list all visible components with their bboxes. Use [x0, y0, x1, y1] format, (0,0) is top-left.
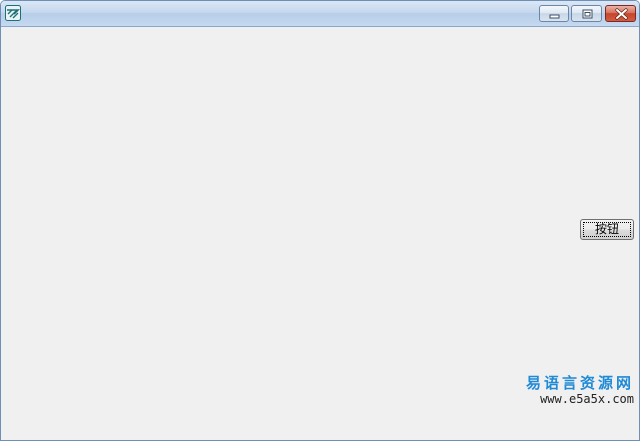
watermark-site-name: 易语言资源网	[525, 374, 634, 392]
close-button[interactable]	[605, 5, 636, 22]
maximize-button[interactable]	[571, 5, 602, 22]
app-logo-icon[interactable]	[5, 5, 21, 21]
title-bar[interactable]	[1, 1, 639, 27]
maximize-icon	[582, 9, 593, 19]
watermark-url: www.e5a5x.com	[540, 392, 634, 406]
watermark: 易语言资源网 www.e5a5x.com	[494, 374, 634, 407]
push-button[interactable]: 按钮	[580, 219, 634, 240]
close-icon	[615, 8, 628, 20]
minimize-icon	[549, 14, 560, 19]
minimize-button[interactable]	[539, 5, 569, 22]
